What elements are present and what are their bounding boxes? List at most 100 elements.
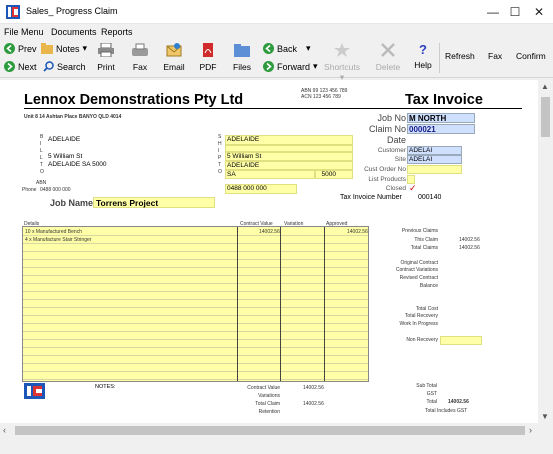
job-name-field[interactable]: Torrens Project <box>93 197 215 208</box>
delete-label: Delete <box>375 62 401 72</box>
total-cost-label: Total Cost <box>415 306 438 312</box>
print-button[interactable]: Print <box>89 42 123 72</box>
status-bar <box>0 438 553 454</box>
fax-right-button[interactable]: Fax <box>488 51 502 61</box>
print-label: Print <box>97 62 115 72</box>
back-arrow-icon <box>263 43 274 54</box>
non-recovery-field[interactable] <box>440 336 482 345</box>
fax-button[interactable]: Fax <box>123 43 157 72</box>
table-row-line <box>23 355 368 356</box>
bill-address-1: 5 William St <box>48 153 83 160</box>
help-button[interactable]: ? Help <box>406 43 440 71</box>
table-cell-approved[interactable]: 14002.56 <box>347 229 368 235</box>
horizontal-scrollbar[interactable]: ‹ › <box>0 423 538 438</box>
toolbar: Prev Next Notes ▾ Search Print Fax Email… <box>0 39 553 82</box>
prev-label: Prev <box>18 43 37 54</box>
shortcuts-label: Shortcuts <box>324 62 360 72</box>
scroll-down-icon[interactable]: ▼ <box>541 412 549 421</box>
table-cell-contract[interactable]: 14002.56 <box>259 229 280 235</box>
non-recovery-label: Non Recovery <box>406 337 438 343</box>
retention-label: Retention <box>258 409 280 415</box>
bill-to-label: BILL TO <box>40 134 44 175</box>
customer-field[interactable]: ADELAI <box>407 146 462 155</box>
document-area: Lennox Demonstrations Pty Ltd ABN 99 123… <box>0 80 538 423</box>
files-button[interactable]: Files <box>225 43 259 72</box>
closed-label: Closed <box>385 185 406 192</box>
cust-order-label: Cust Order No <box>364 166 406 173</box>
table-row-line <box>23 339 368 340</box>
search-icon <box>43 61 54 72</box>
ship-name-field[interactable]: ADELAIDE <box>225 135 353 145</box>
scroll-right-icon[interactable]: › <box>529 425 532 435</box>
forward-button[interactable]: Forward ▾ <box>263 61 318 72</box>
back-dropdown-icon[interactable]: ▾ <box>306 43 311 54</box>
forward-dropdown-icon[interactable]: ▾ <box>313 61 318 72</box>
back-button[interactable]: Back ▾ <box>263 43 311 54</box>
title-bar: Sales_ Progress Claim — ☐ ✕ <box>0 0 553 24</box>
menu-file[interactable]: File Menu <box>4 27 44 37</box>
shortcuts-button[interactable]: Shortcuts ▾ <box>322 43 362 83</box>
work-in-progress-label: Work In Progress <box>399 321 438 327</box>
search-button[interactable]: Search <box>43 61 86 72</box>
phone-label: Phone <box>22 187 37 193</box>
vertical-scrollbar[interactable]: ▲ ▼ <box>538 80 553 423</box>
delete-button[interactable]: Delete <box>371 43 405 72</box>
notes-dropdown-icon: ▾ <box>82 43 88 53</box>
total-claim-label: Total Claim <box>255 401 280 407</box>
pdf-button[interactable]: PDF <box>191 43 225 72</box>
date-field[interactable] <box>407 135 475 145</box>
total-claims-value: 14002.56 <box>459 245 480 251</box>
gst-label: GST <box>426 391 437 397</box>
table-row[interactable]: 10 x Manufactured Bench <box>25 229 82 235</box>
original-contract-label: Original Contract <box>400 260 438 266</box>
table-row-line <box>23 267 368 268</box>
next-button[interactable]: Next <box>4 61 37 72</box>
email-button[interactable]: Email <box>157 43 191 72</box>
refresh-button[interactable]: Refresh <box>445 51 475 61</box>
scroll-corner <box>538 423 553 438</box>
document-title: Tax Invoice <box>405 92 483 108</box>
sub-total-label: Sub Total <box>416 383 437 389</box>
close-button[interactable]: ✕ <box>524 0 553 24</box>
cust-order-field[interactable] <box>407 165 462 174</box>
contract-value-label: Contract Value <box>247 385 280 391</box>
customer-label: Customer <box>377 147 406 154</box>
help-label: Help <box>414 60 432 70</box>
claim-no-field[interactable]: 000021 <box>407 124 475 134</box>
total-claims-label: Total Claims <box>410 245 438 251</box>
ship-line-field[interactable] <box>225 145 353 152</box>
horizontal-scroll-thumb[interactable] <box>15 426 525 435</box>
prev-button[interactable]: Prev <box>4 43 37 54</box>
closed-check-icon[interactable]: ✓ <box>409 183 417 194</box>
menu-documents[interactable]: Documents <box>51 27 97 37</box>
confirm-button[interactable]: Confirm <box>516 51 546 61</box>
table-row-line <box>23 243 368 244</box>
job-no-label: Job No <box>377 113 406 123</box>
pdf-icon <box>203 43 213 57</box>
scroll-left-icon[interactable]: ‹ <box>3 425 6 435</box>
ship-state-field[interactable]: SA <box>225 170 315 179</box>
scroll-up-icon[interactable]: ▲ <box>541 82 549 91</box>
table-row-line <box>23 379 368 380</box>
vertical-scroll-thumb[interactable] <box>541 97 550 137</box>
forward-label: Forward <box>277 61 311 72</box>
site-field[interactable]: ADELAI <box>407 155 462 164</box>
tax-invoice-number-label: Tax Invoice Number <box>340 194 402 201</box>
header-rule <box>24 108 522 109</box>
this-claim-label: This Claim <box>414 237 438 243</box>
email-label: Email <box>163 62 185 72</box>
ship-to-label: SHIP TO <box>218 134 222 175</box>
ship-phone-field[interactable]: 0488 000 000 <box>225 184 297 194</box>
table-row[interactable]: 4 x Manufacture Stair Stringer <box>25 237 91 243</box>
menu-reports[interactable]: Reports <box>101 27 133 37</box>
claim-no-label: Claim No <box>368 124 406 134</box>
contract-value: 14002.56 <box>303 385 324 391</box>
line-items-table[interactable]: 10 x Manufactured Bench 14002.56 14002.5… <box>22 226 369 382</box>
total-recovery-label: Total Recovery <box>404 313 438 319</box>
company-acn: ACN 123 456 789 <box>301 94 341 100</box>
notes-button[interactable]: Notes ▾ <box>41 43 87 54</box>
window-title: Sales_ Progress Claim <box>26 6 118 16</box>
ship-address-field[interactable]: 5 William St <box>225 152 353 161</box>
table-row-line <box>23 315 368 316</box>
job-no-field[interactable]: M NORTH <box>407 113 475 123</box>
